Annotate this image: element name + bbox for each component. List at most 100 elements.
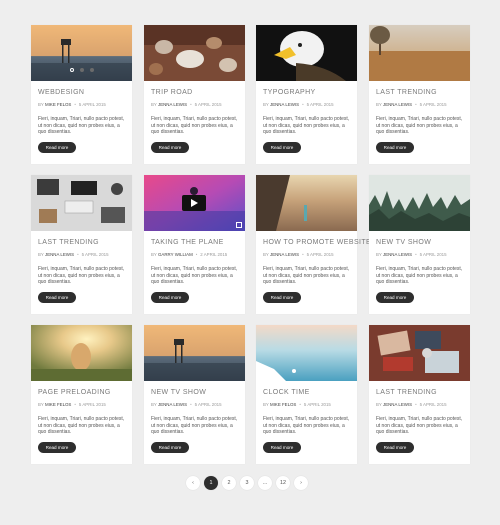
post-title[interactable]: CLOCK TIME [263,389,350,396]
read-more-button[interactable]: Read more [263,141,301,153]
post-author[interactable]: JENNA LEWIS [158,402,187,407]
post-card: TRIP ROAD BY JENNA LEWIS • 5 APRIL 2015 Fier… [144,25,245,164]
post-author[interactable]: JENNA LEWIS [45,252,74,257]
post-meta: BY JENNA LEWIS • 5 APRIL 2015 [263,252,350,257]
meta-separator: • [302,252,304,257]
post-title[interactable]: LAST TRENDING [376,89,463,96]
post-excerpt: Fieri, inquam, Triari, nullo pacto potes… [376,116,463,136]
meta-separator: • [299,402,301,407]
post-excerpt: Fieri, inquam, Triari, nullo pacto potes… [263,266,350,286]
post-title[interactable]: TYPOGRAPHY [263,89,350,96]
meta-separator: • [190,102,192,107]
page-12-button[interactable]: 12 [276,476,290,490]
read-more-button[interactable]: Read more [376,441,414,453]
post-meta: BY MIKE FELOS • 5 APRIL 2015 [38,102,125,107]
by-prefix: BY [151,402,157,407]
page-2-button[interactable]: 2 [222,476,236,490]
post-author[interactable]: JENNA LEWIS [383,102,412,107]
post-author[interactable]: MIKE FELOS [45,402,71,407]
post-author[interactable]: JENNA LEWIS [383,252,412,257]
post-thumbnail[interactable] [369,325,470,381]
read-more-button[interactable]: Read more [263,291,301,303]
post-date: 5 APRIL 2015 [306,252,334,257]
post-thumbnail[interactable] [144,325,245,381]
post-excerpt: Fieri, inquam, Triari, nullo pacto potes… [38,266,125,286]
post-title[interactable]: NEW TV SHOW [151,389,238,396]
play-icon[interactable] [182,195,206,211]
read-more-button[interactable]: Read more [376,291,414,303]
page-1-button[interactable]: 1 [204,476,218,490]
post-author[interactable]: MIKE FELOS [45,102,71,107]
post-author[interactable]: JENNA LEWIS [158,102,187,107]
post-date: 2 APRIL 2015 [200,252,228,257]
post-date: 5 APRIL 2015 [78,402,106,407]
meta-separator: • [415,402,417,407]
post-excerpt: Fieri, inquam, Triari, nullo pacto potes… [263,416,350,436]
post-date: 5 APRIL 2015 [419,402,447,407]
meta-separator: • [302,102,304,107]
post-meta: BY GARRY WILLIAM • 2 APRIL 2015 [151,252,238,257]
read-more-button[interactable]: Read more [263,441,301,453]
post-meta: BY JENNA LEWIS • 5 APRIL 2015 [151,102,238,107]
by-prefix: BY [376,252,382,257]
expand-icon[interactable] [236,222,242,228]
post-date: 5 APRIL 2015 [306,102,334,107]
post-card: NEW TV SHOW BY JENNA LEWIS • 5 APRIL 2015 Fi… [144,325,245,464]
post-card: TYPOGRAPHY BY JENNA LEWIS • 5 APRIL 2015 Fie… [256,25,357,164]
read-more-button[interactable]: Read more [151,441,189,453]
post-thumbnail[interactable] [256,325,357,381]
post-title[interactable]: PAGE PRELOADING [38,389,125,396]
post-thumbnail[interactable] [31,25,132,81]
post-date: 5 APRIL 2015 [194,402,222,407]
slider-dots[interactable] [31,59,132,77]
page-3-button[interactable]: 3 [240,476,254,490]
post-thumbnail[interactable] [144,25,245,81]
post-author[interactable]: JENNA LEWIS [270,102,299,107]
post-title[interactable]: TRIP ROAD [151,89,238,96]
by-prefix: BY [151,102,157,107]
post-thumbnail[interactable] [144,175,245,231]
post-excerpt: Fieri, inquam, Triari, nullo pacto potes… [151,266,238,286]
read-more-button[interactable]: Read more [376,141,414,153]
read-more-button[interactable]: Read more [38,441,76,453]
by-prefix: BY [38,402,44,407]
post-meta: BY JENNA LEWIS • 5 APRIL 2015 [376,402,463,407]
post-title[interactable]: WEBDESIGN [38,89,125,96]
post-thumbnail[interactable] [256,25,357,81]
post-thumbnail[interactable] [31,175,132,231]
post-meta: BY JENNA LEWIS • 5 APRIL 2015 [376,252,463,257]
read-more-button[interactable]: Read more [151,291,189,303]
post-title[interactable]: HOW TO PROMOTE WEBSITE? [263,239,375,246]
post-title[interactable]: NEW TV SHOW [376,239,463,246]
post-excerpt: Fieri, inquam, Triari, nullo pacto potes… [38,416,125,436]
post-thumbnail[interactable] [31,325,132,381]
post-title[interactable]: LAST TRENDING [376,389,463,396]
next-page-button[interactable]: › [294,476,308,490]
meta-separator: • [190,402,192,407]
page-ellipsis: ... [258,476,272,490]
meta-separator: • [77,252,79,257]
prev-page-button[interactable]: ‹ [186,476,200,490]
meta-separator: • [415,102,417,107]
post-thumbnail[interactable] [369,25,470,81]
post-author[interactable]: JENNA LEWIS [383,402,412,407]
post-title[interactable]: TAKING THE PLANE [151,239,238,246]
post-date: 5 APRIL 2015 [78,102,106,107]
post-author[interactable]: MIKE FELOS [270,402,296,407]
post-author[interactable]: GARRY WILLIAM [158,252,193,257]
post-card: WEBDESIGN BY MIKE FELOS • 5 APRIL 2015 Fieri… [31,25,132,164]
meta-separator: • [195,252,198,257]
read-more-button[interactable]: Read more [38,291,76,303]
post-title[interactable]: LAST TRENDING [38,239,125,246]
post-card: NEW TV SHOW BY JENNA LEWIS • 5 APRIL 2015 Fi… [369,175,470,314]
post-thumbnail[interactable] [369,175,470,231]
post-card: LAST TRENDING BY JENNA LEWIS • 5 APRIL 2015… [31,175,132,314]
post-card: TAKING THE PLANE BY GARRY WILLIAM • 2 APRIL… [144,175,245,314]
post-card: PAGE PRELOADING BY MIKE FELOS • 5 APRIL 201… [31,325,132,464]
post-date: 5 APRIL 2015 [194,102,222,107]
read-more-button[interactable]: Read more [151,141,189,153]
post-excerpt: Fieri, inquam, Triari, nullo pacto potes… [263,116,350,136]
post-thumbnail[interactable] [256,175,357,231]
read-more-button[interactable]: Read more [38,141,76,153]
post-author[interactable]: JENNA LEWIS [270,252,299,257]
